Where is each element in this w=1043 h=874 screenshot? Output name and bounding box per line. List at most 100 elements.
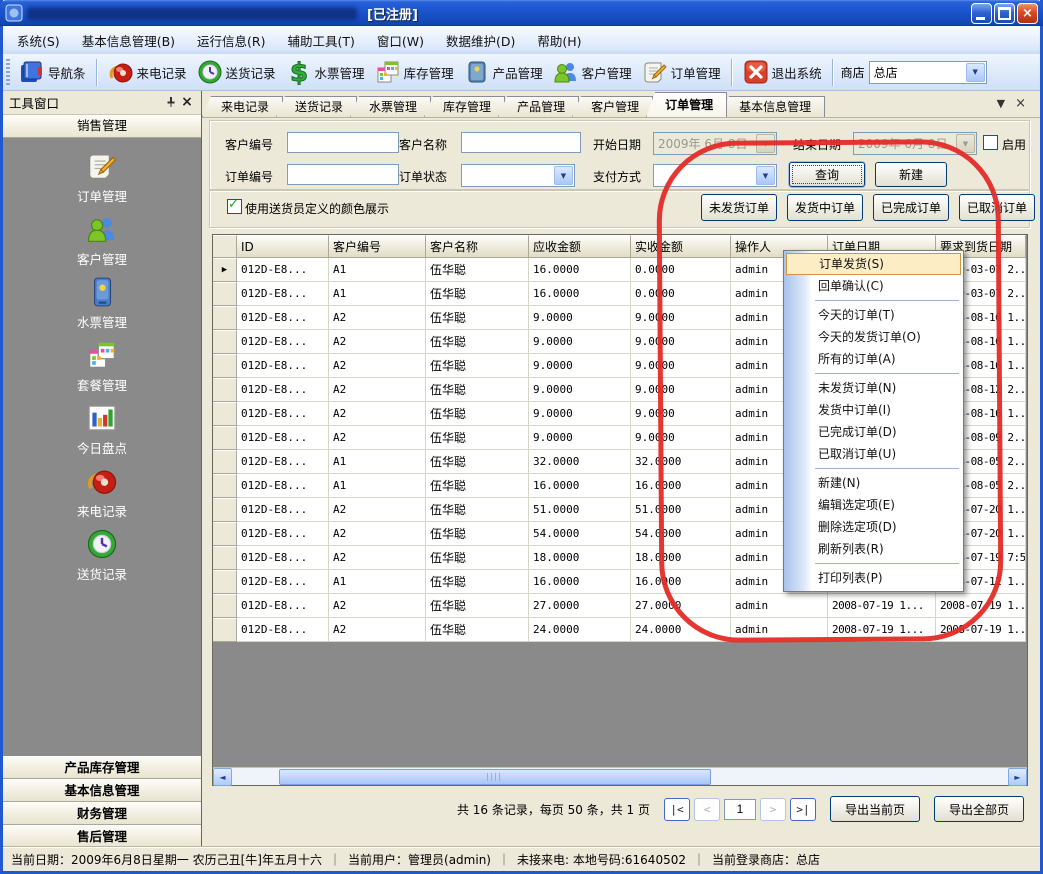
context-menu-item[interactable]: 未发货订单(N) bbox=[785, 377, 962, 399]
context-menu-item[interactable]: 今天的订单(T) bbox=[785, 304, 962, 326]
toolbar-button-navigator-book[interactable]: 导航条 bbox=[14, 57, 91, 87]
maximize-button[interactable] bbox=[994, 3, 1015, 24]
toolbar-button-customers[interactable]: 客户管理 bbox=[548, 57, 637, 87]
minimize-button[interactable] bbox=[971, 3, 992, 24]
tab-item[interactable]: 产品管理 bbox=[498, 96, 579, 117]
order-status-select[interactable]: ▼ bbox=[461, 164, 575, 187]
grid-cell: A1 bbox=[329, 570, 426, 594]
order-status-filter-button[interactable]: 未发货订单 bbox=[701, 194, 777, 221]
sidebar-item[interactable]: 订单管理 bbox=[3, 150, 201, 213]
toolbar-button-delivery-clock[interactable]: 送货记录 bbox=[192, 57, 281, 87]
delivery-color-checkbox[interactable] bbox=[227, 199, 242, 214]
menubar-item[interactable]: 数据维护(D) bbox=[435, 27, 526, 54]
context-menu-item[interactable]: 新建(N) bbox=[785, 472, 962, 494]
scroll-left-icon[interactable]: ◄ bbox=[213, 768, 232, 786]
tab-item[interactable]: 送货记录 bbox=[276, 96, 357, 117]
menubar-item[interactable]: 基本信息管理(B) bbox=[71, 27, 186, 54]
tab-close-icon[interactable]: × bbox=[1015, 97, 1026, 111]
menubar-item[interactable]: 系统(S) bbox=[6, 27, 71, 54]
grid-cell: 伍华聪 bbox=[426, 570, 529, 594]
query-button[interactable]: 查询 bbox=[789, 162, 865, 187]
enable-checkbox[interactable] bbox=[983, 135, 998, 150]
sidebar-item[interactable]: 客户管理 bbox=[3, 213, 201, 276]
toolbar-button-call-bell[interactable]: 来电记录 bbox=[103, 57, 192, 87]
scrollbar-thumb[interactable] bbox=[279, 769, 711, 785]
group-bar[interactable]: 售后管理 bbox=[3, 825, 201, 848]
grid-header-cell[interactable]: 应收金额 bbox=[529, 235, 631, 258]
sidebar-item[interactable]: 套餐管理 bbox=[3, 339, 201, 402]
horizontal-scrollbar[interactable]: ◄ ► bbox=[213, 767, 1027, 785]
grid-cell: 54.0000 bbox=[529, 522, 631, 546]
context-menu-item[interactable]: 回单确认(C) bbox=[785, 275, 962, 297]
menubar-item[interactable]: 辅助工具(T) bbox=[277, 27, 366, 54]
toolbar-button-dollar[interactable]: $水票管理 bbox=[281, 57, 370, 87]
order-status-filter-button[interactable]: 发货中订单 bbox=[787, 194, 863, 221]
menubar-item[interactable]: 窗口(W) bbox=[366, 27, 435, 54]
shop-select[interactable]: 总店▼ bbox=[869, 61, 987, 84]
customer-name-input[interactable] bbox=[461, 132, 581, 153]
context-menu-item[interactable]: 打印列表(P) bbox=[785, 567, 962, 589]
grid-header-cell[interactable]: 客户名称 bbox=[426, 235, 529, 258]
tab-list-dropdown-icon[interactable]: ▼ bbox=[997, 97, 1005, 111]
grid-header-cell[interactable]: ID bbox=[237, 235, 329, 258]
grid-cell: A1 bbox=[329, 258, 426, 282]
table-row[interactable]: 012D-E8...A2伍华聪24.000024.0000admin2008-0… bbox=[213, 618, 1026, 642]
table-row[interactable]: 012D-E8...A2伍华聪27.000027.0000admin2008-0… bbox=[213, 594, 1026, 618]
context-menu-item[interactable]: 今天的发货订单(O) bbox=[785, 326, 962, 348]
status-segment: 当前日期：2009年6月8日星期一 农历己丑[牛]年五月十六 bbox=[11, 851, 322, 868]
toolbar-button-product-book[interactable]: 产品管理 bbox=[459, 57, 548, 87]
tab-item[interactable]: 水票管理 bbox=[350, 96, 431, 117]
page-number-input[interactable] bbox=[724, 799, 756, 820]
context-menu-item[interactable]: 订单发货(S) bbox=[786, 253, 961, 275]
context-menu-item[interactable]: 删除选定项(D) bbox=[785, 516, 962, 538]
context-menu-item[interactable]: 已完成订单(D) bbox=[785, 421, 962, 443]
export-current-page-button[interactable]: 导出当前页 bbox=[830, 796, 920, 822]
sidebar-item[interactable]: 水票管理 bbox=[3, 276, 201, 339]
tab-item[interactable]: 库存管理 bbox=[424, 96, 505, 117]
tool-window-close-icon[interactable]: × bbox=[179, 94, 195, 110]
tab-item[interactable]: 基本信息管理 bbox=[720, 96, 825, 117]
status-divider: ｜ bbox=[693, 851, 705, 868]
combo-grid-icon bbox=[86, 339, 118, 375]
group-bar[interactable]: 基本信息管理 bbox=[3, 779, 201, 802]
group-bar[interactable]: 产品库存管理 bbox=[3, 756, 201, 779]
toolbar-button-label: 客户管理 bbox=[582, 63, 632, 82]
prev-page-button[interactable]: < bbox=[694, 798, 720, 821]
grid-header-cell[interactable]: 实收金额 bbox=[631, 235, 731, 258]
grid-cell: 2008-07-19 1... bbox=[828, 594, 936, 618]
tab-item[interactable]: 客户管理 bbox=[572, 96, 653, 117]
pay-method-select[interactable]: ▼ bbox=[653, 164, 777, 187]
context-menu-item[interactable]: 所有的订单(A) bbox=[785, 348, 962, 370]
context-menu-item[interactable]: 编辑选定项(E) bbox=[785, 494, 962, 516]
context-menu-item[interactable]: 发货中订单(I) bbox=[785, 399, 962, 421]
pin-icon[interactable] bbox=[163, 94, 179, 110]
toolbar-button-order-scroll[interactable]: 订单管理 bbox=[637, 57, 726, 87]
first-page-button[interactable]: |< bbox=[664, 798, 690, 821]
group-bar-sales[interactable]: 销售管理 bbox=[3, 115, 201, 138]
sidebar-item[interactable]: 来电记录 bbox=[3, 465, 201, 528]
new-button[interactable]: 新建 bbox=[875, 162, 947, 187]
tab-item[interactable]: 订单管理 bbox=[646, 92, 727, 117]
close-button[interactable]: × bbox=[1017, 3, 1038, 24]
next-page-button[interactable]: > bbox=[760, 798, 786, 821]
context-menu-item[interactable]: 刷新列表(R) bbox=[785, 538, 962, 560]
sidebar-item[interactable]: 送货记录 bbox=[3, 528, 201, 591]
order-status-filter-button[interactable]: 已完成订单 bbox=[873, 194, 949, 221]
menubar-item[interactable]: 运行信息(R) bbox=[186, 27, 276, 54]
group-bar[interactable]: 财务管理 bbox=[3, 802, 201, 825]
toolbar-button-combo-grid[interactable]: 库存管理 bbox=[370, 57, 459, 87]
grid-header-cell[interactable]: 客户编号 bbox=[329, 235, 426, 258]
grid-cell: 9.0000 bbox=[529, 378, 631, 402]
sidebar-item[interactable]: 今日盘点 bbox=[3, 402, 201, 465]
grid-cell: admin bbox=[731, 594, 828, 618]
menubar-item[interactable]: 帮助(H) bbox=[526, 27, 592, 54]
scroll-right-icon[interactable]: ► bbox=[1008, 768, 1027, 786]
order-no-input[interactable] bbox=[287, 164, 399, 185]
tab-item[interactable]: 来电记录 bbox=[202, 96, 283, 117]
toolbar-button-exit[interactable]: 退出系统 bbox=[738, 57, 827, 87]
order-status-filter-button[interactable]: 已取消订单 bbox=[959, 194, 1035, 221]
export-all-pages-button[interactable]: 导出全部页 bbox=[934, 796, 1024, 822]
last-page-button[interactable]: >| bbox=[790, 798, 816, 821]
customer-no-input[interactable] bbox=[287, 132, 399, 153]
context-menu-item[interactable]: 已取消订单(U) bbox=[785, 443, 962, 465]
